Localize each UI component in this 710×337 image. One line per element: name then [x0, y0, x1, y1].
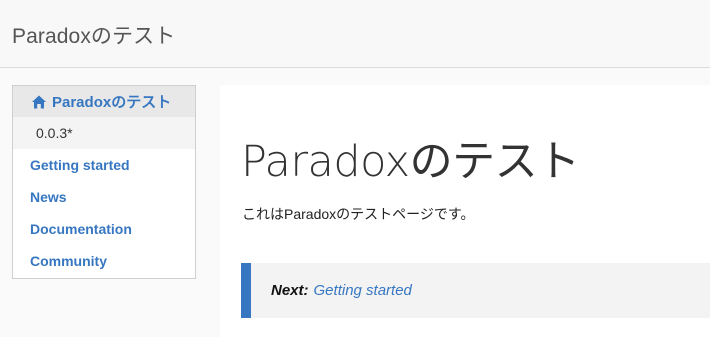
page-title: Paradoxのテスト [241, 137, 580, 187]
version-label: 0.0.3* [13, 117, 195, 149]
next-label: Next: [271, 282, 309, 299]
next-page-callout: Next: Getting started [241, 263, 710, 318]
sidebar-item-news[interactable]: News [13, 181, 195, 213]
home-icon [32, 95, 46, 108]
sidebar-nav: Paradoxのテスト 0.0.3* Getting started News … [12, 85, 196, 279]
sidebar-home-link[interactable]: Paradoxのテスト [13, 86, 195, 117]
sidebar-item-community[interactable]: Community [13, 245, 195, 277]
next-page-link[interactable]: Getting started [314, 282, 412, 299]
intro-text: これはParadoxのテストページです。 [242, 206, 475, 222]
sidebar-home-label: Paradoxのテスト [52, 94, 172, 111]
sidebar-item-getting-started[interactable]: Getting started [13, 149, 195, 181]
sidebar-item-documentation[interactable]: Documentation [13, 213, 195, 245]
top-navbar: Paradoxのテスト [0, 0, 710, 68]
site-brand[interactable]: Paradoxのテスト [12, 20, 175, 50]
